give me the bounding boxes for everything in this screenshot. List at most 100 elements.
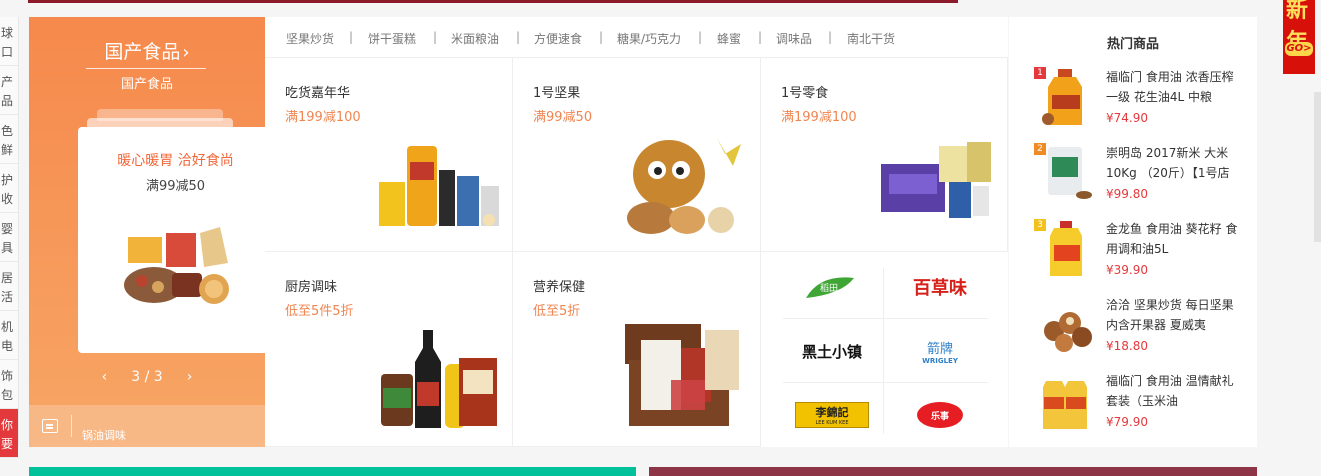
hot-product-price: ¥18.80 [1106, 339, 1148, 353]
page-scrollbar-track[interactable] [1314, 92, 1321, 242]
product-tile-name: 营养保健 [533, 280, 586, 295]
hot-product-name: 洽洽 坚果炒货 每日坚果 内含开果器 夏威夷 [1106, 298, 1234, 332]
side-nav-item[interactable]: 饰包 [0, 360, 18, 409]
rice-bag-thumb [1048, 147, 1092, 199]
product-tile-deal: 低至5件5折 [285, 304, 354, 319]
product-tile-deal: 满199减100 [285, 110, 361, 125]
product-tile[interactable]: 吃货嘉年华 满199减100 [265, 58, 513, 252]
side-nav-item[interactable]: 居活 [0, 262, 18, 311]
category-separator: | [349, 30, 354, 44]
promo-footer-text[interactable]: 锅油调味 [82, 427, 126, 443]
promo-banner: 国产食品 › 国产食品 暖心暖胃 洽好食尚 满99减50 ‹ 3 / 3 › 锅油调味 [29, 17, 273, 447]
hot-product-item[interactable]: 3 金龙鱼 食用油 葵花籽 食用调和油5L ¥39.90 [1034, 219, 1249, 295]
brand-leekumkee[interactable]: 李錦記 LEE KUM KEE [781, 384, 883, 446]
hot-product-name: 金龙鱼 食用油 葵花籽 食用调和油5L [1106, 222, 1238, 256]
brand-wrigley[interactable]: 箭牌 WRIGLEY [889, 320, 991, 382]
hot-product-item[interactable]: 2 崇明岛 2017新米 大米 10Kg （20斤）【1号店 ¥99.80 [1034, 143, 1249, 219]
snack-box-image [881, 142, 991, 218]
promo-card-deal: 满99减50 [145, 179, 206, 194]
brand-divider [783, 382, 988, 383]
rank-badge: 1 [1034, 67, 1046, 79]
brand-heituxiaozhen[interactable]: 黑土小镇 [781, 320, 883, 382]
hot-product-item[interactable]: 福临门 食用油 温情献礼套装（玉米油 ¥79.90 [1034, 371, 1249, 447]
brand-divider [883, 268, 884, 434]
side-category-nav: 球口 产品 色鲜 护收 婴具 居活 机电 饰包 你要 [0, 17, 19, 458]
category-link[interactable]: 南北干货 [847, 30, 895, 47]
product-tile[interactable]: 1号零食 满199减100 [761, 58, 1008, 252]
category-separator: | [698, 30, 703, 44]
brand-daotian[interactable]: 稻田 [781, 256, 883, 318]
promo-footer: 锅油调味 [29, 405, 265, 447]
macadamia-nuts-thumb [1044, 312, 1092, 352]
promo-title: 国产食品 [104, 41, 181, 63]
hot-product-item[interactable]: 1 福临门 食用油 浓香压榨一级 花生油4L 中粮 ¥74.90 [1034, 67, 1249, 143]
sunflower-oil-thumb [1050, 221, 1082, 276]
brand-logo-grid: 稻田 百草味 黑土小镇 箭牌 WRIGLEY 李錦記 LEE KUM KEE 乐… [761, 252, 1008, 447]
peanut-oil-thumb [1042, 69, 1082, 125]
gift-chest-image [625, 324, 739, 426]
category-link[interactable]: 饼干蛋糕 [368, 30, 416, 47]
product-tile-name: 1号零食 [781, 86, 829, 101]
go-button[interactable]: GO> [1285, 42, 1313, 56]
footer-divider [71, 415, 72, 437]
rank-badge: 3 [1034, 219, 1046, 231]
promo-subtitle: 国产食品 [120, 77, 173, 92]
hot-product-item[interactable]: 洽洽 坚果炒货 每日坚果 内含开果器 夏威夷 ¥18.80 [1034, 295, 1249, 371]
product-tile-name: 吃货嘉年华 [285, 86, 351, 101]
pager-count: 3 / 3 [131, 369, 163, 385]
promo-pager: ‹ 3 / 3 › [29, 369, 265, 385]
product-tile-name: 厨房调味 [285, 280, 338, 295]
product-tile[interactable]: 1号坚果 满99减50 [513, 58, 761, 252]
hot-products-title: 热门商品 [1106, 37, 1159, 52]
promo-card-title: 暖心暖胃 洽好食尚 [117, 153, 234, 169]
leekumkee-logo-en: LEE KUM KEE [815, 420, 849, 426]
brand-lays[interactable]: 乐事 [889, 384, 991, 446]
corn-oil-set-thumb [1043, 381, 1087, 429]
chevron-right-icon: › [182, 42, 190, 63]
daotian-logo-text: 稻田 [820, 283, 838, 294]
side-nav-item[interactable]: 球口 [0, 17, 18, 66]
hot-product-price: ¥79.90 [1106, 415, 1148, 429]
product-tile-deal: 低至5折 [533, 304, 581, 319]
category-link[interactable]: 调味品 [776, 30, 812, 47]
product-tile[interactable]: 厨房调味 低至5件5折 [265, 252, 513, 447]
leekumkee-logo: 李錦記 LEE KUM KEE [795, 402, 869, 428]
product-tile-deal: 满199减100 [781, 110, 857, 125]
category-link[interactable]: 方便速食 [534, 30, 582, 47]
side-nav-item[interactable]: 色鲜 [0, 115, 18, 164]
daotian-logo: 稻田 [806, 277, 854, 298]
lays-logo: 乐事 [917, 402, 963, 428]
side-nav-item-active[interactable]: 你要 [0, 409, 18, 458]
product-tile[interactable]: 营养保健 低至5折 [513, 252, 761, 447]
promo-divider [86, 68, 206, 69]
lays-logo-text: 乐事 [930, 411, 949, 422]
message-icon[interactable] [42, 419, 58, 433]
promo-title-link[interactable]: 国产食品 › [29, 37, 265, 64]
new-year-floating-badge[interactable]: 新年 GO> [1283, 0, 1315, 74]
promo-card[interactable]: 暖心暖胃 洽好食尚 满99减50 [78, 127, 273, 353]
wrigley-logo: 箭牌 [926, 341, 953, 357]
baicaowei-logo: 百草味 [913, 278, 967, 299]
hot-product-name: 福临门 食用油 浓香压榨一级 花生油4L 中粮 [1106, 70, 1234, 104]
category-link[interactable]: 坚果炒货 [286, 30, 334, 47]
side-nav-item[interactable]: 婴具 [0, 213, 18, 262]
chevron-right-icon[interactable]: › [187, 369, 193, 385]
condiments-image [381, 330, 497, 428]
product-tile-name: 1号坚果 [533, 86, 581, 101]
grocery-bundle-image [379, 146, 499, 226]
next-section-banner-maroon [649, 467, 1257, 476]
side-nav-item[interactable]: 产品 [0, 66, 18, 115]
hot-product-name: 福临门 食用油 温情献礼套装（玉米油 [1106, 374, 1234, 408]
brand-divider [783, 318, 988, 319]
side-nav-item[interactable]: 机电 [0, 311, 18, 360]
brand-baicaowei[interactable]: 百草味 [889, 256, 991, 318]
category-link[interactable]: 蜂蜜 [717, 30, 741, 47]
side-nav-item[interactable]: 护收 [0, 164, 18, 213]
rank-badge: 2 [1034, 143, 1046, 155]
heitu-logo: 黑土小镇 [801, 342, 862, 361]
leekumkee-logo-cn: 李錦記 [815, 406, 849, 419]
chevron-left-icon[interactable]: ‹ [102, 369, 108, 385]
category-bar: 坚果炒货 | 饼干蛋糕 | 米面粮油 | 方便速食 | 糖果/巧克力 | 蜂蜜 … [265, 17, 1008, 58]
category-link[interactable]: 米面粮油 [451, 30, 499, 47]
category-link[interactable]: 糖果/巧克力 [617, 30, 681, 47]
